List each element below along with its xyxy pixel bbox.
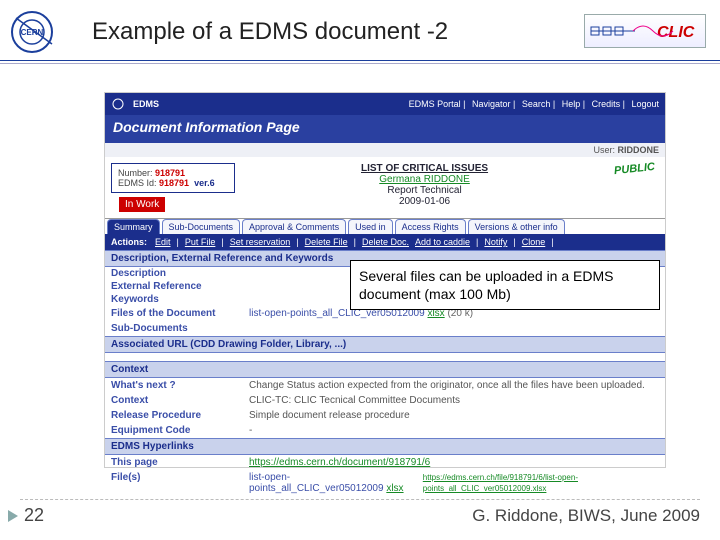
actions-bar: Actions: Edit| Put File| Set reservation… bbox=[105, 234, 665, 250]
tab-versions[interactable]: Versions & other info bbox=[468, 219, 565, 234]
tab-approval[interactable]: Approval & Comments bbox=[242, 219, 346, 234]
cern-mini-icon bbox=[111, 97, 129, 111]
link-help[interactable]: Help bbox=[562, 99, 581, 109]
tab-subdocs[interactable]: Sub-Documents bbox=[162, 219, 241, 234]
action-setres[interactable]: Set reservation bbox=[230, 237, 291, 247]
annotation-callout: Several files can be uploaded in a EDMS … bbox=[350, 260, 660, 310]
section-links: EDMS Hyperlinks bbox=[105, 438, 665, 455]
tabs: Summary Sub-Documents Approval & Comment… bbox=[105, 219, 665, 234]
doc-meta: LIST OF CRITICAL ISSUES Germana RIDDONE … bbox=[235, 163, 614, 207]
context-value: CLIC-TC: CLIC Tecnical Committee Documen… bbox=[249, 395, 460, 406]
files2-label: File(s) bbox=[111, 472, 241, 494]
link-portal[interactable]: EDMS Portal bbox=[409, 99, 461, 109]
footer-text: G. Riddone, BIWS, June 2009 bbox=[472, 506, 700, 526]
edms-topbar: EDMS EDMS Portal | Navigator | Search | … bbox=[105, 93, 665, 115]
files-label: Files of the Document bbox=[111, 308, 241, 319]
whats-next-text: Change Status action expected from the o… bbox=[249, 380, 645, 391]
status-badge: In Work bbox=[119, 197, 165, 212]
equip-value: - bbox=[249, 425, 252, 436]
subdocs-label: Sub-Documents bbox=[111, 323, 241, 334]
thispage-label: This page bbox=[111, 457, 241, 468]
file2-url[interactable]: https://edms.cern.ch/file/918791/6/list-… bbox=[423, 473, 578, 493]
number-box: Number: 918791 EDMS Id: 918791 ver.6 bbox=[111, 163, 235, 193]
whats-next-label: What's next ? bbox=[111, 380, 241, 391]
divider bbox=[0, 60, 720, 64]
public-stamp: PUBLIC bbox=[614, 161, 656, 177]
portal-links: EDMS Portal | Navigator | Search | Help … bbox=[405, 99, 659, 109]
slide-title: Example of a EDMS document -2 bbox=[92, 18, 448, 46]
action-caddie[interactable]: Add to caddie bbox=[415, 237, 470, 247]
link-logout[interactable]: Logout bbox=[631, 99, 659, 109]
tab-summary[interactable]: Summary bbox=[107, 219, 160, 234]
page-header: Document Information Page bbox=[105, 115, 665, 139]
context-label: Context bbox=[111, 395, 241, 406]
equip-label: Equipment Code bbox=[111, 425, 241, 436]
release-value: Simple document release procedure bbox=[249, 410, 410, 421]
page-arrow-icon bbox=[8, 510, 18, 522]
action-delfile[interactable]: Delete File bbox=[305, 237, 348, 247]
action-putfile[interactable]: Put File bbox=[185, 237, 216, 247]
tab-access[interactable]: Access Rights bbox=[395, 219, 466, 234]
file2-ext[interactable]: xlsx bbox=[386, 483, 403, 494]
svg-text:CLIC: CLIC bbox=[657, 24, 695, 41]
action-deldoc[interactable]: Delete Doc. bbox=[362, 237, 409, 247]
footer-divider bbox=[20, 499, 700, 500]
file2-entry: list-open-points_all_CLIC_ver05012009 xl… bbox=[249, 472, 415, 494]
action-clone[interactable]: Clone bbox=[522, 237, 546, 247]
user-label: User: RIDDONE bbox=[105, 143, 665, 157]
action-edit[interactable]: Edit bbox=[155, 237, 171, 247]
link-navigator[interactable]: Navigator bbox=[472, 99, 511, 109]
page-number: 22 bbox=[24, 505, 44, 526]
cern-logo: CERN bbox=[8, 8, 56, 56]
action-notify[interactable]: Notify bbox=[484, 237, 507, 247]
link-credits[interactable]: Credits bbox=[592, 99, 621, 109]
release-label: Release Procedure bbox=[111, 410, 241, 421]
section-context: Context bbox=[105, 361, 665, 378]
link-search[interactable]: Search bbox=[522, 99, 551, 109]
thispage-link[interactable]: https://edms.cern.ch/document/918791/6 bbox=[249, 457, 430, 468]
clic-logo: CLIC bbox=[584, 14, 706, 48]
section-assoc-url: Associated URL (CDD Drawing Folder, Libr… bbox=[105, 336, 665, 353]
tab-usedin[interactable]: Used in bbox=[348, 219, 393, 234]
svg-text:CERN: CERN bbox=[21, 28, 44, 37]
edms-badge: EDMS bbox=[133, 99, 159, 109]
